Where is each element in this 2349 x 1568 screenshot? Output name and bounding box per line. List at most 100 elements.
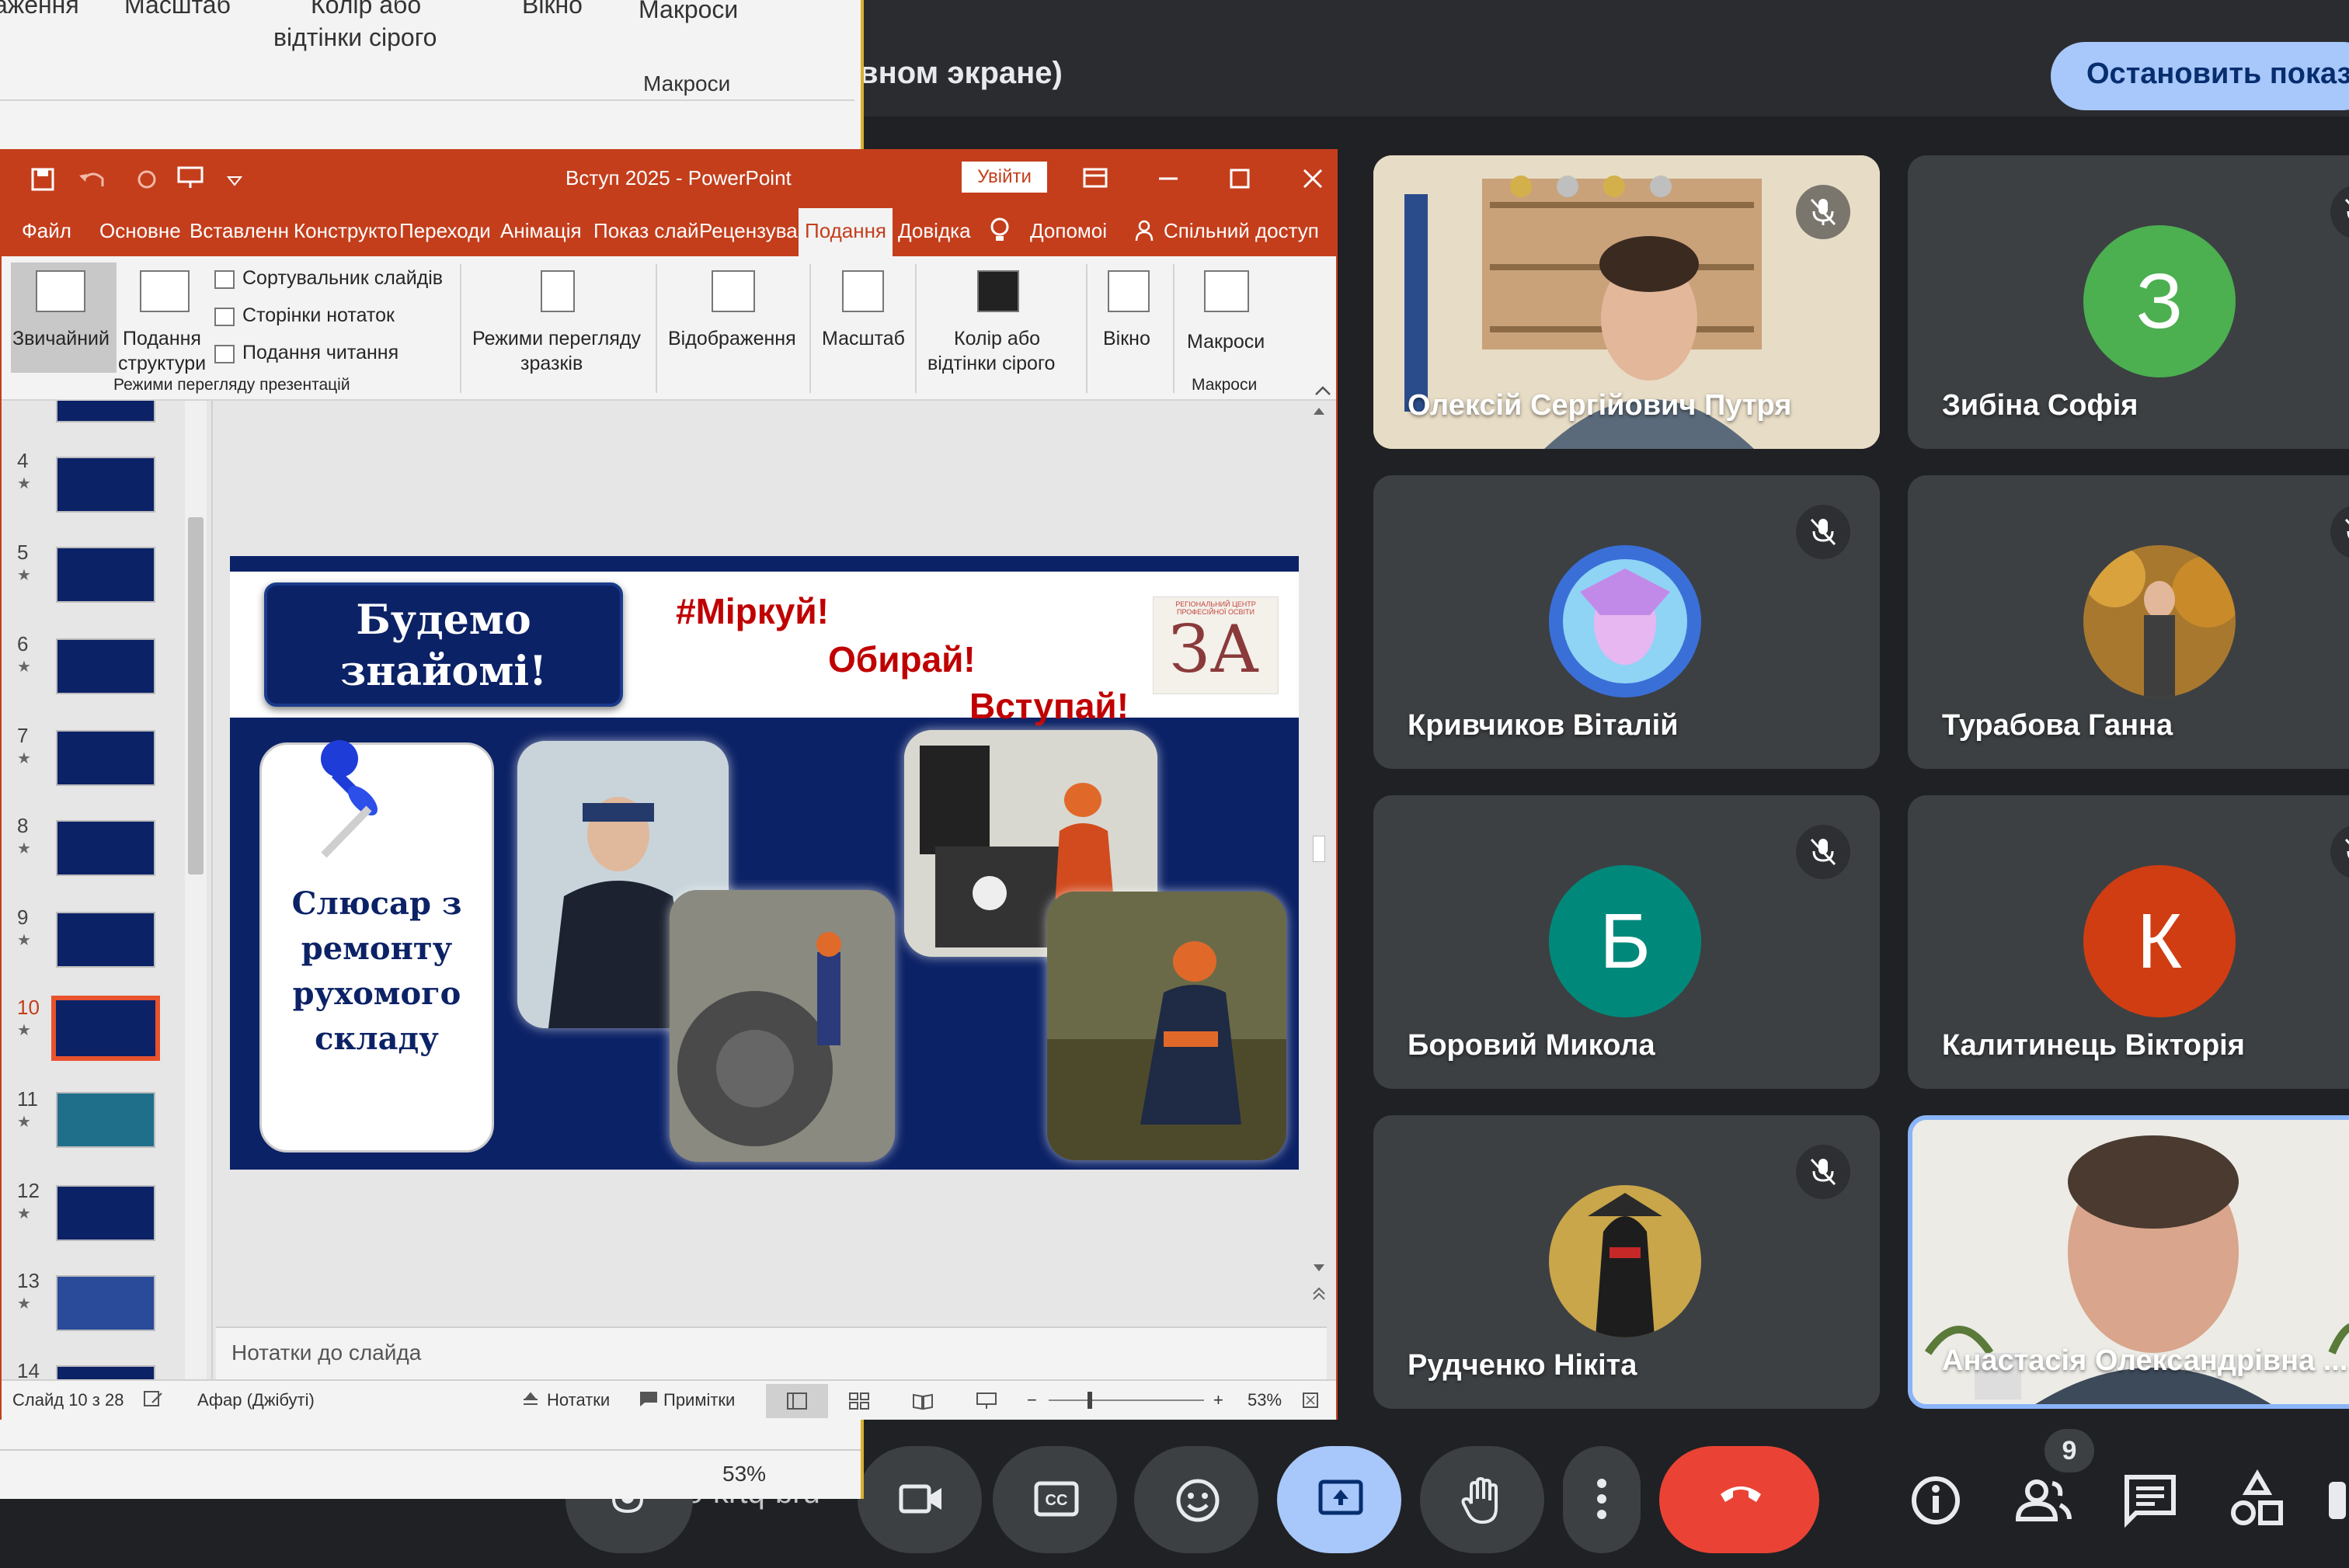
slide-thumbnail-pane[interactable]: 4 ★ 5 ★ 6 ★ 7 ★ 8 ★ 9 ★ 10 ★ 11 ★ 12 ★ 1… bbox=[2, 401, 213, 1379]
captions-button[interactable]: CC bbox=[993, 1446, 1117, 1553]
macros-button[interactable]: Макроси bbox=[1187, 331, 1265, 353]
edit-area-scrollbar-thumb[interactable] bbox=[1313, 836, 1325, 862]
tab-insert[interactable]: Вставленн bbox=[190, 219, 289, 243]
scroll-down-icon[interactable] bbox=[1311, 1260, 1327, 1275]
outline-view-label-2[interactable]: структури bbox=[118, 353, 206, 375]
slide-thumbnail[interactable] bbox=[56, 730, 155, 786]
present-screen-button[interactable] bbox=[1277, 1446, 1401, 1553]
slide-thumbnail[interactable] bbox=[56, 457, 155, 513]
notes-toggle-button[interactable]: Нотатки bbox=[547, 1390, 610, 1410]
slide-thumbnail[interactable] bbox=[56, 638, 155, 694]
slide-thumbnail[interactable] bbox=[56, 401, 155, 422]
emoji-button[interactable] bbox=[1134, 1446, 1258, 1553]
slide-sorter-icon[interactable] bbox=[848, 1392, 870, 1410]
ribbon-label[interactable]: відтінки сірого bbox=[273, 23, 437, 52]
slide-sorter-button[interactable]: Сортувальник слайдів bbox=[242, 267, 443, 290]
ribbon-label[interactable]: Макроси bbox=[639, 0, 738, 24]
tab-file[interactable]: Файл bbox=[22, 219, 71, 243]
tab-design[interactable]: Конструкто bbox=[294, 219, 398, 243]
participant-tile[interactable]: Турабова Ганна bbox=[1908, 475, 2349, 769]
slogan-2[interactable]: Обирай! bbox=[828, 638, 976, 680]
redo-icon[interactable] bbox=[135, 168, 158, 191]
tab-animations[interactable]: Анімація bbox=[500, 219, 582, 243]
share-button[interactable]: Спільний доступ bbox=[1164, 219, 1319, 243]
master-views-button[interactable]: Режими перегляду bbox=[472, 328, 641, 350]
participant-tile[interactable]: Кривчиков Віталій bbox=[1373, 475, 1880, 769]
color-grayscale-label-2[interactable]: відтінки сірого bbox=[927, 353, 1055, 375]
notes-placeholder[interactable]: Нотатки до слайда bbox=[231, 1340, 421, 1365]
reading-view-icon[interactable] bbox=[912, 1392, 934, 1410]
notes-pane[interactable]: Нотатки до слайда bbox=[216, 1326, 1327, 1379]
ribbon-label[interactable]: Масштаб bbox=[124, 0, 231, 19]
comments-toggle-button[interactable]: Примітки bbox=[663, 1390, 735, 1410]
more-options-button[interactable] bbox=[1563, 1446, 1641, 1553]
sign-in-button[interactable]: Увійти bbox=[962, 162, 1047, 193]
slogan-1[interactable]: #Міркуй! bbox=[676, 590, 829, 632]
scroll-up-icon[interactable] bbox=[1311, 404, 1327, 419]
meeting-info-icon[interactable] bbox=[1905, 1469, 1967, 1531]
zoom-out-button[interactable]: − bbox=[1027, 1390, 1037, 1410]
zoom-percent[interactable]: 53% bbox=[722, 1462, 766, 1486]
maximize-icon[interactable] bbox=[1229, 168, 1251, 189]
tab-home[interactable]: Основне bbox=[99, 219, 181, 243]
zoom-in-button[interactable]: + bbox=[1213, 1390, 1223, 1410]
tab-slideshow[interactable]: Показ слай bbox=[593, 219, 699, 243]
slogan-3[interactable]: Вступай! bbox=[969, 685, 1129, 727]
window-button[interactable]: Вікно bbox=[1103, 328, 1150, 350]
zoom-slider[interactable] bbox=[1049, 1399, 1204, 1401]
zoom-slider-thumb[interactable] bbox=[1088, 1392, 1092, 1409]
chat-icon[interactable] bbox=[2119, 1469, 2181, 1531]
slide-thumbnail[interactable] bbox=[56, 547, 155, 603]
powerpoint-window[interactable]: Вступ 2025 - PowerPoint Увійти Файл Осно… bbox=[0, 149, 1338, 1420]
raise-hand-button[interactable] bbox=[1420, 1446, 1544, 1553]
zoom-button[interactable]: Масштаб bbox=[822, 328, 905, 350]
participant-tile[interactable]: Олексій Сергійович Путря bbox=[1373, 155, 1880, 449]
participant-tile[interactable]: Б Боровий Микола bbox=[1373, 795, 1880, 1089]
participant-tile[interactable]: З Зибіна Софія bbox=[1908, 155, 2349, 449]
minimize-icon[interactable] bbox=[1157, 168, 1179, 189]
slide-thumbnail[interactable] bbox=[56, 912, 155, 968]
slide-heading-box[interactable]: Будемо знайомі! bbox=[264, 582, 623, 707]
slide-thumbnail-selected[interactable] bbox=[51, 996, 160, 1061]
camera-button[interactable] bbox=[858, 1446, 982, 1553]
save-icon[interactable] bbox=[31, 168, 54, 191]
spelling-check-icon[interactable] bbox=[143, 1390, 163, 1409]
tab-view[interactable]: Подання bbox=[799, 208, 893, 256]
people-icon[interactable] bbox=[2012, 1469, 2074, 1531]
host-controls-icon[interactable] bbox=[2326, 1469, 2349, 1531]
leave-call-button[interactable] bbox=[1659, 1446, 1819, 1553]
participant-tile[interactable]: К Калитинець Вікторія bbox=[1908, 795, 2349, 1089]
previous-slide-icon[interactable] bbox=[1311, 1286, 1327, 1302]
tab-review[interactable]: Рецензува bbox=[699, 219, 798, 243]
customize-toolbar-icon[interactable] bbox=[227, 172, 242, 188]
workshop-photo[interactable] bbox=[670, 890, 895, 1162]
scrollbar-thumb[interactable] bbox=[188, 517, 204, 874]
normal-view-button[interactable]: Звичайний bbox=[12, 328, 110, 350]
slide-thumbnail[interactable] bbox=[56, 1275, 155, 1331]
start-slideshow-icon[interactable] bbox=[177, 166, 204, 189]
slide-editing-area[interactable]: Будемо знайомі! #Міркуй! Обирай! Вступай… bbox=[216, 401, 1327, 1326]
slideshow-icon[interactable] bbox=[976, 1392, 997, 1410]
current-slide[interactable]: Будемо знайомі! #Міркуй! Обирай! Вступай… bbox=[230, 556, 1299, 1170]
zoom-percent[interactable]: 53% bbox=[1248, 1390, 1282, 1410]
participant-tile[interactable]: Рудченко Нікіта bbox=[1373, 1115, 1880, 1409]
fit-to-window-icon[interactable] bbox=[1302, 1392, 1319, 1409]
language-indicator[interactable]: Афар (Джібуті) bbox=[197, 1390, 315, 1410]
ribbon-display-icon[interactable] bbox=[1083, 168, 1108, 189]
collapse-ribbon-icon[interactable] bbox=[1314, 385, 1331, 396]
tab-help[interactable]: Довідка bbox=[898, 219, 971, 243]
reading-view-button[interactable]: Подання читання bbox=[242, 342, 398, 364]
tab-transitions[interactable]: Переходи bbox=[399, 219, 491, 243]
slide-thumbnail[interactable] bbox=[56, 1185, 155, 1241]
close-icon[interactable] bbox=[1302, 168, 1324, 189]
participant-tile-speaking[interactable]: Анастасія Олександрівна ... bbox=[1908, 1115, 2349, 1409]
activities-icon[interactable] bbox=[2226, 1469, 2288, 1531]
slide-thumbnail[interactable] bbox=[56, 820, 155, 876]
workshop-photo[interactable] bbox=[1047, 892, 1286, 1160]
master-views-label-2[interactable]: зразків bbox=[520, 353, 583, 375]
ribbon-label[interactable]: Колір або bbox=[311, 0, 421, 19]
undo-icon[interactable] bbox=[78, 168, 109, 191]
show-button[interactable]: Відображення bbox=[668, 328, 796, 350]
slide-thumbnail[interactable] bbox=[56, 1092, 155, 1148]
stop-presenting-button[interactable]: Остановить показ bbox=[2051, 42, 2349, 110]
